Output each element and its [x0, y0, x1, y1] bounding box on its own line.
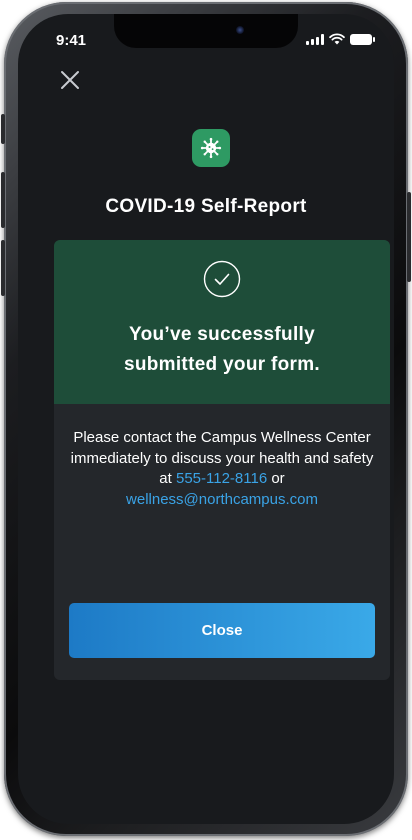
result-card: You’ve successfully submitted your form.… [54, 240, 390, 680]
mute-switch [1, 114, 5, 144]
phone-link[interactable]: 555-112-8116 [176, 470, 267, 487]
phone-screen: 9:41 COVID-19 Self-Report You’ve success… [18, 14, 394, 824]
check-circle-icon [203, 260, 241, 298]
status-icons [306, 33, 375, 45]
battery-icon [350, 33, 375, 45]
page-title: COVID-19 Self-Report [105, 196, 307, 217]
success-line-1: You’ve successfully [129, 324, 315, 345]
power-button [407, 192, 411, 282]
status-time: 9:41 [56, 32, 87, 49]
message-connector: or [267, 470, 285, 487]
phone-frame: 9:41 COVID-19 Self-Report You’ve success… [1, 2, 411, 836]
front-camera [236, 26, 244, 34]
volume-down-button [1, 240, 5, 296]
success-banner: You’ve successfully submitted your form. [54, 240, 390, 404]
volume-up-button [1, 172, 5, 228]
email-link[interactable]: wellness@northcampus.com [126, 491, 318, 508]
virus-icon [192, 129, 230, 167]
success-line-2: submitted your form. [123, 354, 320, 375]
signal-icon [306, 33, 324, 45]
contact-message: Please contact the Campus Wellness Cente… [70, 428, 374, 510]
close-icon[interactable] [58, 68, 82, 92]
close-button[interactable]: Close [69, 603, 375, 658]
notch [114, 14, 298, 48]
wifi-icon [329, 33, 345, 45]
success-message: You’ve successfully submitted your form. [54, 320, 390, 380]
